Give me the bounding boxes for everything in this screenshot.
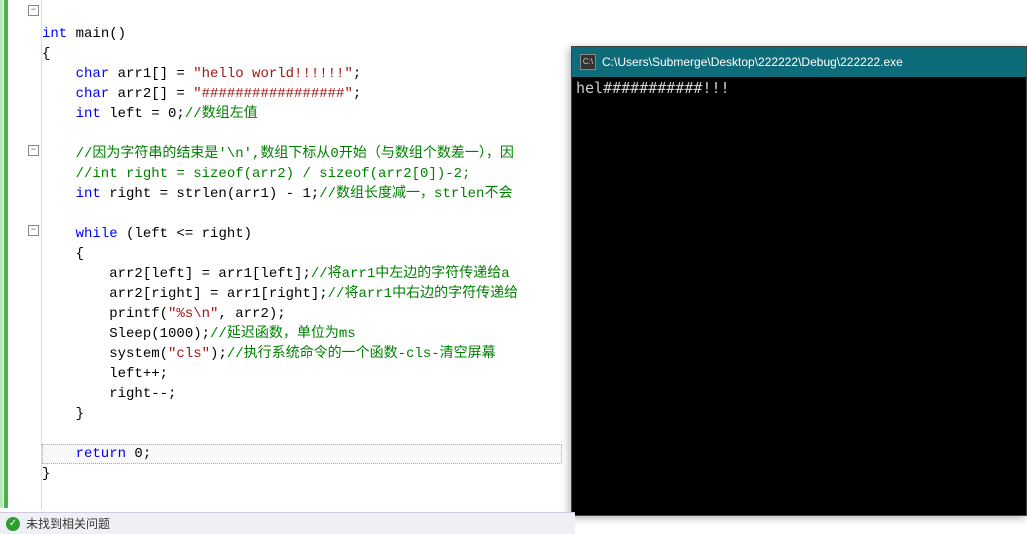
code-content[interactable]: int main() { char arr1[] = "hello world!… bbox=[42, 4, 518, 484]
console-icon: C:\ bbox=[580, 54, 596, 70]
console-output: hel###########!!! bbox=[572, 77, 1026, 99]
status-text: 未找到相关问题 bbox=[26, 515, 110, 532]
console-window[interactable]: C:\ C:\Users\Submerge\Desktop\222222\Deb… bbox=[571, 46, 1027, 516]
console-titlebar[interactable]: C:\ C:\Users\Submerge\Desktop\222222\Deb… bbox=[572, 47, 1026, 77]
console-title: C:\Users\Submerge\Desktop\222222\Debug\2… bbox=[602, 55, 903, 69]
check-icon: ✓ bbox=[6, 517, 20, 531]
fold-icon[interactable]: − bbox=[28, 5, 39, 16]
fold-icon[interactable]: − bbox=[28, 145, 39, 156]
status-bar: ✓ 未找到相关问题 bbox=[0, 512, 575, 534]
editor-gutter: − − − bbox=[0, 0, 42, 510]
fold-icon[interactable]: − bbox=[28, 225, 39, 236]
